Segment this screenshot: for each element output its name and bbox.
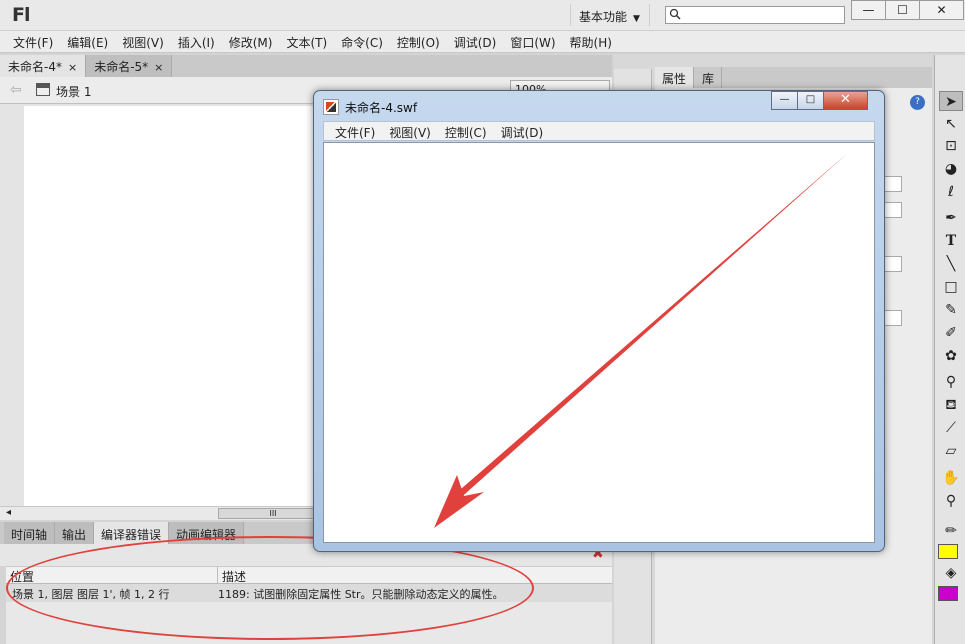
stroke-color-icon: ✏ <box>945 523 957 539</box>
menu-commands[interactable]: 命令(C) <box>334 31 390 52</box>
swf-close-button[interactable]: ✕ <box>823 91 868 110</box>
fill-color-icon: ◈ <box>945 565 957 581</box>
swf-menu-bar: 文件(F) 视图(V) 控制(C) 调试(D) <box>323 121 875 141</box>
swf-menu-control[interactable]: 控制(C) <box>438 122 494 140</box>
text-tool-icon[interactable]: T <box>939 231 963 251</box>
menu-insert[interactable]: 插入(I) <box>171 31 222 52</box>
swf-maximize-button[interactable]: □ <box>797 91 824 110</box>
workspace-label: 基本功能 <box>579 10 628 24</box>
scene-clapper-icon <box>36 83 50 96</box>
fill-color-swatch[interactable] <box>938 586 958 601</box>
close-icon[interactable]: × <box>154 61 163 74</box>
menu-control[interactable]: 控制(O) <box>390 31 447 52</box>
menu-debug[interactable]: 调试(D) <box>447 31 504 52</box>
subselection-tool-icon[interactable]: ↖ <box>939 114 963 134</box>
flash-player-icon <box>323 99 339 115</box>
swf-minimize-button[interactable]: — <box>771 91 798 110</box>
menu-view[interactable]: 视图(V) <box>115 31 171 52</box>
pencil-tool-icon[interactable]: ✎ <box>939 300 963 320</box>
doc-tab-label: 未命名-5* <box>94 60 149 74</box>
tab-properties[interactable]: 属性 <box>655 67 695 88</box>
back-arrow-icon[interactable]: ⇦ <box>10 82 22 98</box>
swf-menu-file[interactable]: 文件(F) <box>328 122 382 140</box>
swf-window-controls: — □ ✕ <box>771 91 868 111</box>
menu-window[interactable]: 窗口(W) <box>503 31 562 52</box>
flash-logo: Fl <box>12 4 30 26</box>
eraser-tool-icon[interactable]: ▱ <box>939 441 963 461</box>
close-button[interactable]: ✕ <box>919 0 964 20</box>
doc-tab-untitled-4[interactable]: 未命名-4* × <box>0 55 87 77</box>
swf-menu-view[interactable]: 视图(V) <box>382 122 438 140</box>
document-tabs: 未命名-4* × 未命名-5* × <box>0 55 612 77</box>
brush-tool-icon[interactable]: ✐ <box>939 323 963 343</box>
scene-label: 场景 1 <box>56 85 92 99</box>
paint-bucket-tool-icon[interactable]: ⛾ <box>939 395 963 415</box>
line-tool-icon[interactable]: ╲ <box>939 254 963 274</box>
close-icon[interactable]: × <box>68 61 77 74</box>
selection-tool-icon[interactable]: ➤ <box>939 91 963 111</box>
main-menu-bar: 文件(F) 编辑(E) 视图(V) 插入(I) 修改(M) 文本(T) 命令(C… <box>0 31 965 53</box>
scroll-left-icon[interactable]: ◂ <box>6 507 11 518</box>
hand-tool-icon[interactable]: ✋ <box>939 468 963 488</box>
free-transform-tool-icon[interactable]: ⊡ <box>939 136 963 156</box>
3d-rotation-tool-icon[interactable]: ◕ <box>939 159 963 179</box>
scrollbar-thumb[interactable]: III <box>218 508 328 519</box>
menu-text[interactable]: 文本(T) <box>279 31 334 52</box>
doc-tab-label: 未命名-4* <box>8 60 62 74</box>
window-controls: — ☐ ✕ <box>851 0 964 21</box>
swf-player-window: 未命名-4.swf — □ ✕ 文件(F) 视图(V) 控制(C) 调试(D) <box>313 90 885 552</box>
pen-tool-icon[interactable]: ✒ <box>939 208 963 228</box>
search-icon <box>669 8 681 20</box>
menu-file[interactable]: 文件(F) <box>6 31 60 52</box>
chevron-down-icon: ▼ <box>633 14 640 24</box>
menu-edit[interactable]: 编辑(E) <box>60 31 115 52</box>
stage-canvas[interactable] <box>24 106 324 506</box>
zoom-tool-icon[interactable]: ⚲ <box>939 491 963 511</box>
eyedropper-tool-icon[interactable]: ⟋ <box>939 418 963 438</box>
tab-output[interactable]: 输出 <box>55 522 95 544</box>
lasso-tool-icon[interactable]: ℓ <box>939 182 963 202</box>
tab-timeline[interactable]: 时间轴 <box>4 522 56 544</box>
app-title-bar: Fl 基本功能 ▼ — ☐ ✕ <box>0 0 965 31</box>
properties-tabs: 属性 库 <box>655 67 932 88</box>
help-icon[interactable]: ? <box>910 95 925 110</box>
swf-window-title: 未命名-4.swf <box>345 101 418 115</box>
bone-tool-icon[interactable]: ⚲ <box>939 372 963 392</box>
doc-tab-untitled-5[interactable]: 未命名-5* × <box>86 55 173 77</box>
rectangle-tool-icon[interactable]: □ <box>939 277 963 297</box>
stroke-color-swatch[interactable] <box>938 544 958 559</box>
maximize-button[interactable]: ☐ <box>885 0 920 20</box>
workspace-switcher[interactable]: 基本功能 ▼ <box>570 4 650 26</box>
annotation-arrow <box>434 151 850 528</box>
deco-tool-icon[interactable]: ✿ <box>939 346 963 366</box>
tab-library[interactable]: 库 <box>695 67 723 88</box>
menu-modify[interactable]: 修改(M) <box>222 31 280 52</box>
swf-content-area[interactable] <box>323 142 875 543</box>
help-search-input[interactable] <box>665 6 845 24</box>
swf-menu-debug[interactable]: 调试(D) <box>494 122 551 140</box>
minimize-button[interactable]: — <box>851 0 886 20</box>
menu-help[interactable]: 帮助(H) <box>563 31 619 52</box>
